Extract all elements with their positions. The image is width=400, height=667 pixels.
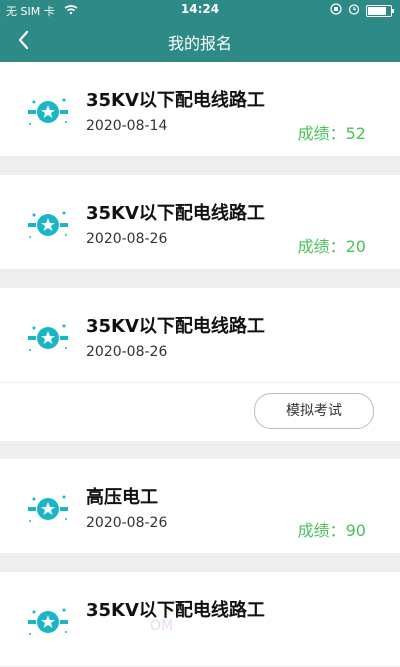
separator	[0, 441, 400, 459]
mock-exam-button[interactable]: 模拟考试	[254, 393, 374, 429]
exam-score: 成绩：52	[297, 124, 366, 143]
certificate-badge-icon	[28, 98, 68, 125]
separator	[0, 157, 400, 175]
exam-title: 35KV以下配电线路工	[86, 316, 265, 337]
registration-list: 35KV以下配电线路工 2020-08-14 成绩：52 35KV以下配电线路工…	[0, 62, 400, 667]
exam-title: 35KV以下配电线路工	[86, 90, 265, 111]
certificate-badge-icon	[28, 608, 68, 635]
battery-icon	[366, 4, 394, 17]
navigation-bar: 我的报名	[0, 20, 400, 62]
status-icons	[330, 3, 394, 18]
exam-title: 35KV以下配电线路工	[86, 600, 265, 621]
top-bar: 无 SIM 卡 14:24 我的报名	[0, 0, 400, 62]
separator	[0, 270, 400, 288]
item-actions: 模拟考试	[0, 383, 400, 441]
exam-title: 35KV以下配电线路工	[86, 203, 265, 224]
registration-row[interactable]: 35KV以下配电线路工 2020-08-26	[0, 288, 400, 383]
exam-title: 高压电工	[86, 487, 158, 508]
watermark: OM	[150, 618, 174, 634]
exam-date: 2020-08-26	[86, 231, 168, 247]
exam-date: 2020-08-14	[86, 118, 168, 134]
battery-fill	[368, 6, 386, 15]
exam-score: 成绩：90	[297, 521, 366, 540]
page-title: 我的报名	[167, 34, 232, 53]
orientation-lock-icon	[330, 3, 342, 18]
certificate-badge-icon	[28, 495, 68, 522]
list-item[interactable]: 高压电工 2020-08-26 成绩：90	[0, 459, 400, 554]
certificate-badge-icon	[28, 211, 68, 238]
exam-score: 成绩：20	[297, 237, 366, 256]
registration-row[interactable]: 35KV以下配电线路工	[0, 572, 400, 667]
list-item[interactable]: 35KV以下配电线路工 2020-08-26 成绩：20	[0, 175, 400, 270]
exam-date: 2020-08-26	[86, 344, 168, 360]
registration-row[interactable]: 高压电工 2020-08-26 成绩：90	[0, 459, 400, 554]
list-item[interactable]: 35KV以下配电线路工 2020-08-14 成绩：52	[0, 62, 400, 157]
list-item[interactable]: 35KV以下配电线路工 2020-08-26 模拟考试	[0, 288, 400, 441]
separator	[0, 554, 400, 572]
alarm-icon	[348, 3, 360, 18]
registration-row[interactable]: 35KV以下配电线路工 2020-08-26 成绩：20	[0, 175, 400, 270]
certificate-badge-icon	[28, 324, 68, 351]
exam-date: 2020-08-26	[86, 515, 168, 531]
list-item[interactable]: 35KV以下配电线路工	[0, 572, 400, 667]
registration-row[interactable]: 35KV以下配电线路工 2020-08-14 成绩：52	[0, 62, 400, 157]
status-bar: 无 SIM 卡 14:24	[0, 0, 400, 20]
